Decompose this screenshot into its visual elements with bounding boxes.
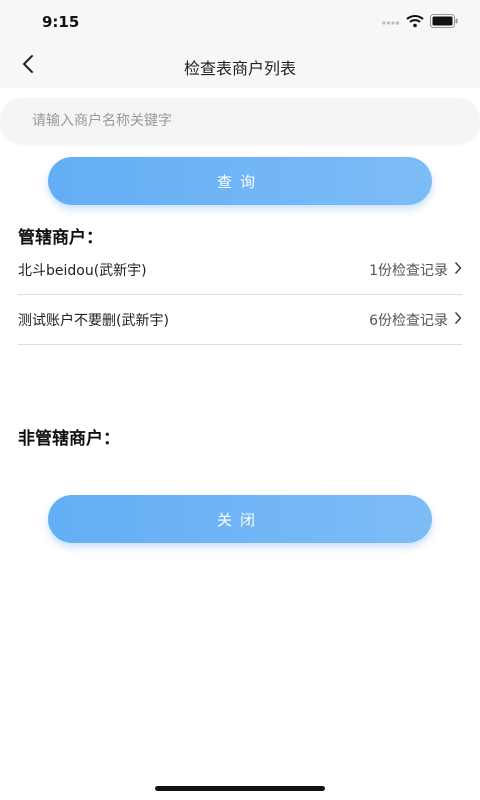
close-button[interactable]: 关闭 — [48, 495, 432, 543]
search-bar — [0, 98, 480, 144]
merchant-records: 1份检查记录 — [369, 260, 462, 280]
merchant-records: 6份检查记录 — [369, 310, 462, 330]
page-title: 检查表商户列表 — [183, 59, 296, 78]
signal-icon — [382, 13, 400, 32]
status-time: 9:15 — [42, 13, 80, 31]
chevron-right-icon — [454, 311, 462, 328]
nav-bar: 检查表商户列表 — [0, 44, 480, 88]
query-button[interactable]: 查询 — [48, 157, 432, 205]
home-indicator — [155, 786, 325, 791]
merchant-name: 北斗beidou(武新宇) — [18, 262, 147, 279]
search-input[interactable] — [32, 98, 452, 144]
merchant-name: 测试账户不要删(武新宇) — [18, 312, 169, 329]
status-bar: 9:15 — [0, 0, 480, 44]
battery-icon — [430, 13, 458, 32]
record-count: 6份检查记录 — [369, 312, 448, 329]
wifi-icon — [406, 13, 424, 32]
merchant-row[interactable]: 测试账户不要删(武新宇) 6份检查记录 — [18, 295, 462, 345]
chevron-right-icon — [454, 261, 462, 278]
status-icons — [382, 13, 458, 32]
merchant-row[interactable]: 北斗beidou(武新宇) 1份检查记录 — [18, 245, 462, 295]
unmanaged-merchants-heading: 非管辖商户： — [18, 429, 120, 449]
record-count: 1份检查记录 — [369, 262, 448, 279]
